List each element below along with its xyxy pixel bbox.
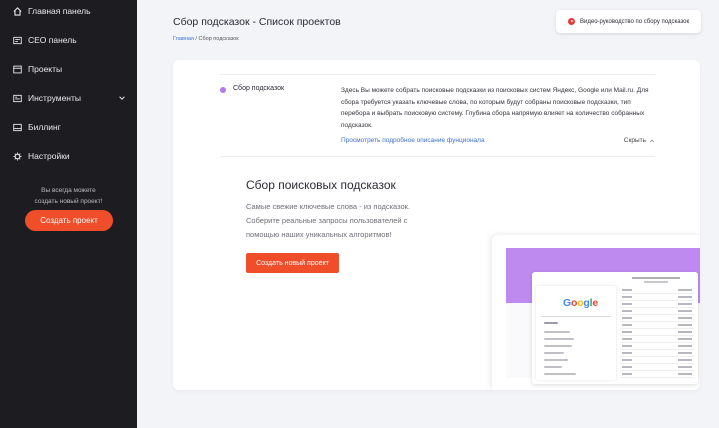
suggestion-line [544, 345, 572, 347]
sidebar-item-dashboard[interactable]: Главная панель [0, 0, 137, 22]
sidebar-item-label: СЕО панель [28, 35, 77, 45]
create-project-button[interactable]: Создать проект [25, 210, 113, 231]
seo-panel-icon [13, 36, 22, 45]
sidebar-item-seo-panel[interactable]: СЕО панель [0, 29, 137, 51]
breadcrumb: Главная / Сбор подсказок [173, 36, 239, 42]
table-row [620, 336, 694, 343]
table-row [620, 350, 694, 357]
suggestion-line [544, 366, 562, 368]
sidebar-item-settings[interactable]: Настройки [0, 145, 137, 167]
breadcrumb-separator: / [195, 36, 197, 42]
sidebar: Главная панель СЕО панель Проекты Инстру… [0, 0, 137, 428]
sidebar-note: создать новый проект! [34, 198, 103, 205]
breadcrumb-home-link[interactable]: Главная [173, 36, 194, 42]
suggestion-line [544, 373, 576, 375]
table-row [620, 301, 694, 308]
play-icon [568, 18, 575, 25]
info-section: Сбор подсказок Здесь Вы можете собрать п… [220, 74, 655, 157]
suggestion-line [544, 359, 568, 361]
bullet-dot [220, 87, 226, 93]
table-title-line [632, 277, 680, 279]
suggestion-line [544, 331, 570, 333]
table-row [620, 329, 694, 336]
table-row [620, 343, 694, 350]
create-new-project-button[interactable]: Создать новый проект [246, 253, 339, 273]
tools-icon [13, 94, 22, 103]
chevron-down-icon[interactable] [118, 94, 126, 102]
sidebar-item-label: Инструменты [28, 93, 82, 103]
chevron-up-icon [649, 139, 655, 142]
promo-illustration: Google [492, 235, 700, 390]
table-row [620, 315, 694, 322]
suggestion-line [544, 322, 558, 324]
google-panel: Google [536, 286, 616, 380]
sidebar-item-tools[interactable]: Инструменты [0, 87, 137, 109]
promo-description: Самые свежие ключевые слова - из подсказ… [246, 202, 411, 239]
google-logo-letter: G [563, 297, 571, 309]
breadcrumb-current: Сбор подсказок [198, 36, 239, 42]
suggestion-line [544, 338, 574, 340]
home-icon [13, 6, 22, 16]
info-description: Здесь Вы можете собрать поисковые подска… [341, 87, 649, 129]
video-guide-button[interactable]: Видео-руководство по сбору подсказок [556, 10, 701, 33]
page-title: Сбор подсказок - Список проектов [173, 16, 341, 28]
video-guide-label: Видео-руководство по сбору подсказок [580, 18, 690, 25]
google-search-line [541, 316, 611, 317]
table-row [620, 357, 694, 364]
table-row [620, 322, 694, 329]
gear-icon [13, 152, 22, 161]
collapse-toggle[interactable]: Скрыть [624, 137, 655, 144]
sidebar-item-label: Проекты [28, 64, 63, 74]
sidebar-item-label: Биллинг [28, 122, 61, 132]
table-row [620, 294, 694, 301]
info-label: Сбор подсказок [233, 85, 285, 92]
sidebar-item-label: Настройки [28, 151, 70, 161]
sidebar-item-label: Главная панель [28, 6, 91, 16]
sidebar-item-billing[interactable]: Биллинг [0, 116, 137, 138]
suggestion-line [544, 352, 564, 354]
illustration-window: Google [532, 272, 698, 384]
details-link[interactable]: Просмотреть подробное описание фунционал… [341, 137, 485, 144]
promo-title: Сбор поисковых подсказок [246, 178, 396, 192]
sidebar-item-projects[interactable]: Проекты [0, 58, 137, 80]
google-logo-letter: e [592, 297, 598, 309]
main-card: Сбор подсказок Здесь Вы можете собрать п… [173, 60, 700, 390]
sidebar-note: Вы всегда можете [41, 187, 96, 194]
collapse-label: Скрыть [623, 137, 646, 144]
table-row [620, 308, 694, 315]
projects-icon [13, 65, 22, 74]
table-row [620, 371, 694, 378]
table-subtitle-line [644, 281, 668, 283]
table-row [620, 287, 694, 294]
table-row [620, 364, 694, 371]
google-logo: Google [563, 297, 598, 309]
billing-icon [13, 123, 22, 132]
